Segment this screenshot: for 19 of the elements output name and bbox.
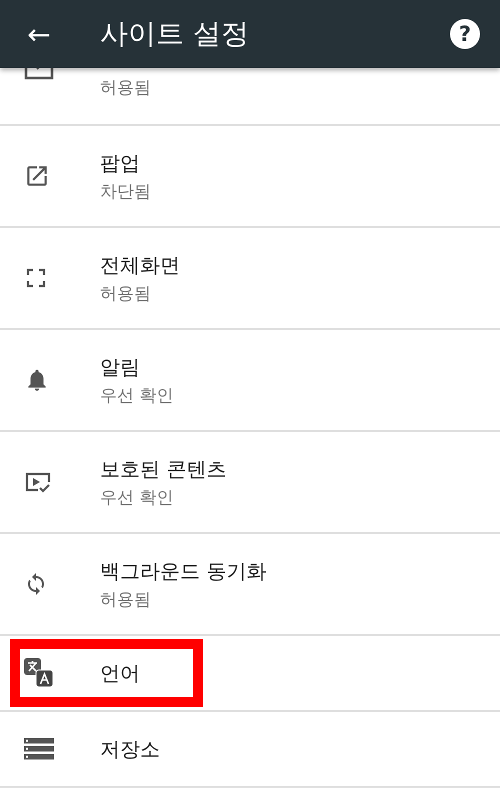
storage-icon (24, 738, 54, 760)
setting-status: 우선 확인 (100, 486, 174, 508)
help-button[interactable]: ? (450, 19, 480, 49)
setting-title[interactable]: 전체화면 (100, 252, 180, 278)
setting-title[interactable]: 알림 (100, 354, 174, 380)
setting-title[interactable]: 백그라운드 동기화 (100, 558, 266, 584)
back-button[interactable]: ← (22, 18, 56, 50)
setting-title[interactable]: 언어 (100, 660, 140, 686)
setting-status: 허용됨 (100, 588, 152, 610)
translate-icon (24, 658, 54, 688)
setting-status: 차단됨 (100, 180, 151, 202)
setting-status: 우선 확인 (100, 384, 174, 406)
setting-status: 허용됨 (100, 77, 151, 99)
setting-title[interactable]: 저장소 (100, 736, 160, 762)
setting-title[interactable]: 팝업 (100, 150, 151, 176)
setting-title[interactable]: 보호된 콘텐츠 (100, 456, 226, 482)
setting-status: 허용됨 (100, 282, 152, 304)
fullscreen-icon (24, 266, 48, 290)
page-title: 사이트 설정 (100, 16, 250, 52)
